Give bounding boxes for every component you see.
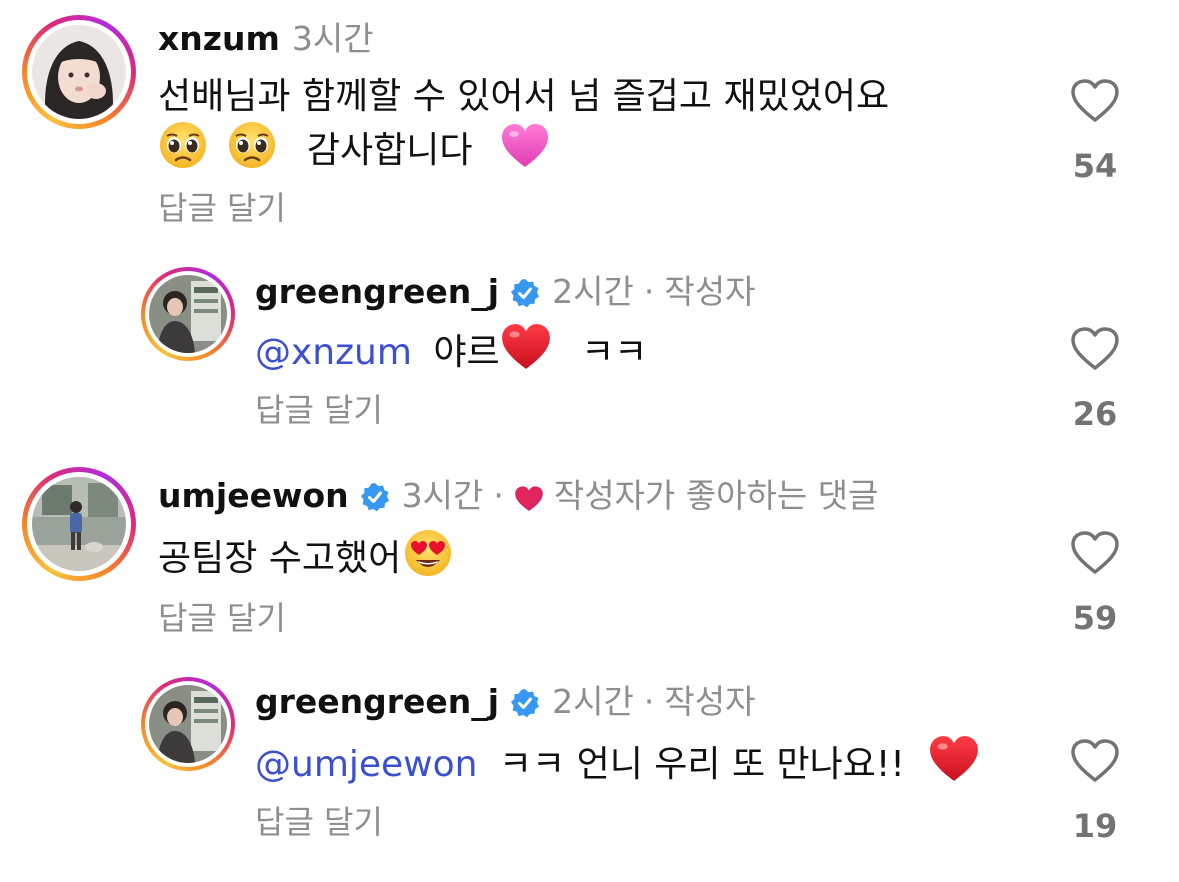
reply-comment: greengreen_j 2시간 · 작성자 @xnzum 야르 ㅋㅋ 답글 달… xyxy=(0,262,1179,452)
timestamp: 3시간 xyxy=(291,19,374,58)
comment-text-line: 공팀장 수고했어 xyxy=(158,538,402,579)
comment-text: 공팀장 수고했어 xyxy=(158,528,453,594)
comment-text-line: 감사합니다 xyxy=(306,130,473,171)
pleading-face-emoji xyxy=(158,120,208,186)
pink-heart-emoji xyxy=(500,122,550,186)
heart-icon[interactable] xyxy=(1070,326,1120,372)
reply-button[interactable]: 답글 달기 xyxy=(255,802,383,842)
comment-text: @umjeewon ㅋㅋ 언니 우리 또 만나요!! xyxy=(255,734,980,800)
avatar[interactable] xyxy=(141,267,235,361)
reply-button[interactable]: 답글 달기 xyxy=(255,390,383,430)
mention-link[interactable]: @umjeewon xyxy=(255,744,477,785)
comment-header: umjeewon 3시간 · 작성자가 좋아하는 댓글 xyxy=(158,476,878,516)
avatar[interactable] xyxy=(141,677,235,771)
avatar-photo xyxy=(32,25,126,119)
like-count: 54 xyxy=(1072,147,1118,185)
verified-badge-icon xyxy=(510,277,540,308)
author-tag: 작성자 xyxy=(664,272,756,311)
avatar-photo xyxy=(149,275,227,353)
avatar-photo xyxy=(32,477,126,571)
username[interactable]: umjeewon xyxy=(158,476,349,516)
comment-text-line: 야르 xyxy=(433,332,500,373)
reply-button[interactable]: 답글 달기 xyxy=(158,598,286,638)
timestamp: 3시간 xyxy=(401,476,484,515)
mention-link[interactable]: @xnzum xyxy=(255,332,412,373)
username[interactable]: greengreen_j xyxy=(255,272,499,312)
meta-separator: · xyxy=(493,476,504,515)
liked-by-author-heart-icon xyxy=(514,482,544,511)
like-count: 26 xyxy=(1072,395,1118,433)
comment-text-line: 선배님과 함께할 수 있어서 넘 즐겁고 재밌었어요 xyxy=(158,76,890,117)
comment-header: greengreen_j 2시간 · 작성자 xyxy=(255,682,755,722)
comment: umjeewon 3시간 · 작성자가 좋아하는 댓글 공팀장 수고했어 답글 … xyxy=(0,460,1179,660)
avatar[interactable] xyxy=(22,15,136,129)
avatar-photo xyxy=(149,685,227,763)
like-count: 59 xyxy=(1072,599,1118,637)
like-count: 19 xyxy=(1072,807,1118,845)
username[interactable]: xnzum xyxy=(158,19,280,59)
comment: xnzum 3시간 선배님과 함께할 수 있어서 넘 즐겁고 재밌었어요 감사합… xyxy=(0,0,1179,240)
liked-by-author-label: 작성자가 좋아하는 댓글 xyxy=(553,476,879,515)
meta-separator: · xyxy=(643,682,655,721)
comment-text-line: ㅋㅋ 언니 우리 또 만나요!! xyxy=(498,744,905,785)
red-heart-emoji xyxy=(928,734,980,800)
reply-button[interactable]: 답글 달기 xyxy=(158,188,286,228)
timestamp: 2시간 xyxy=(552,272,634,311)
comment-meta: 3시간 · 작성자가 좋아하는 댓글 xyxy=(402,476,879,516)
verified-badge-icon xyxy=(360,481,390,512)
timestamp: 2시간 xyxy=(552,682,634,721)
avatar[interactable] xyxy=(22,467,136,581)
comment-text-trailing: ㅋㅋ xyxy=(581,332,648,373)
comment-meta: 3시간 xyxy=(292,19,374,59)
heart-eyes-emoji xyxy=(403,528,453,594)
comment-meta: 2시간 · 작성자 xyxy=(552,272,755,312)
heart-icon[interactable] xyxy=(1070,530,1120,576)
comment-text-second-line: 감사합니다 xyxy=(158,120,550,186)
verified-badge-icon xyxy=(510,687,540,718)
red-heart-emoji xyxy=(500,322,552,388)
reply-comment: greengreen_j 2시간 · 작성자 @umjeewon ㅋㅋ 언니 우… xyxy=(0,672,1179,872)
comment-text: 선배님과 함께할 수 있어서 넘 즐겁고 재밌었어요 xyxy=(158,70,889,124)
comment-header: greengreen_j 2시간 · 작성자 xyxy=(255,272,755,312)
pleading-face-emoji xyxy=(227,120,277,186)
heart-icon[interactable] xyxy=(1070,738,1120,784)
meta-separator: · xyxy=(643,272,655,311)
comment-meta: 2시간 · 작성자 xyxy=(552,682,755,722)
username[interactable]: greengreen_j xyxy=(255,682,499,722)
comment-text: @xnzum 야르 ㅋㅋ xyxy=(255,322,647,388)
heart-icon[interactable] xyxy=(1070,78,1120,124)
comment-header: xnzum 3시간 xyxy=(158,19,374,59)
author-tag: 작성자 xyxy=(664,682,756,721)
